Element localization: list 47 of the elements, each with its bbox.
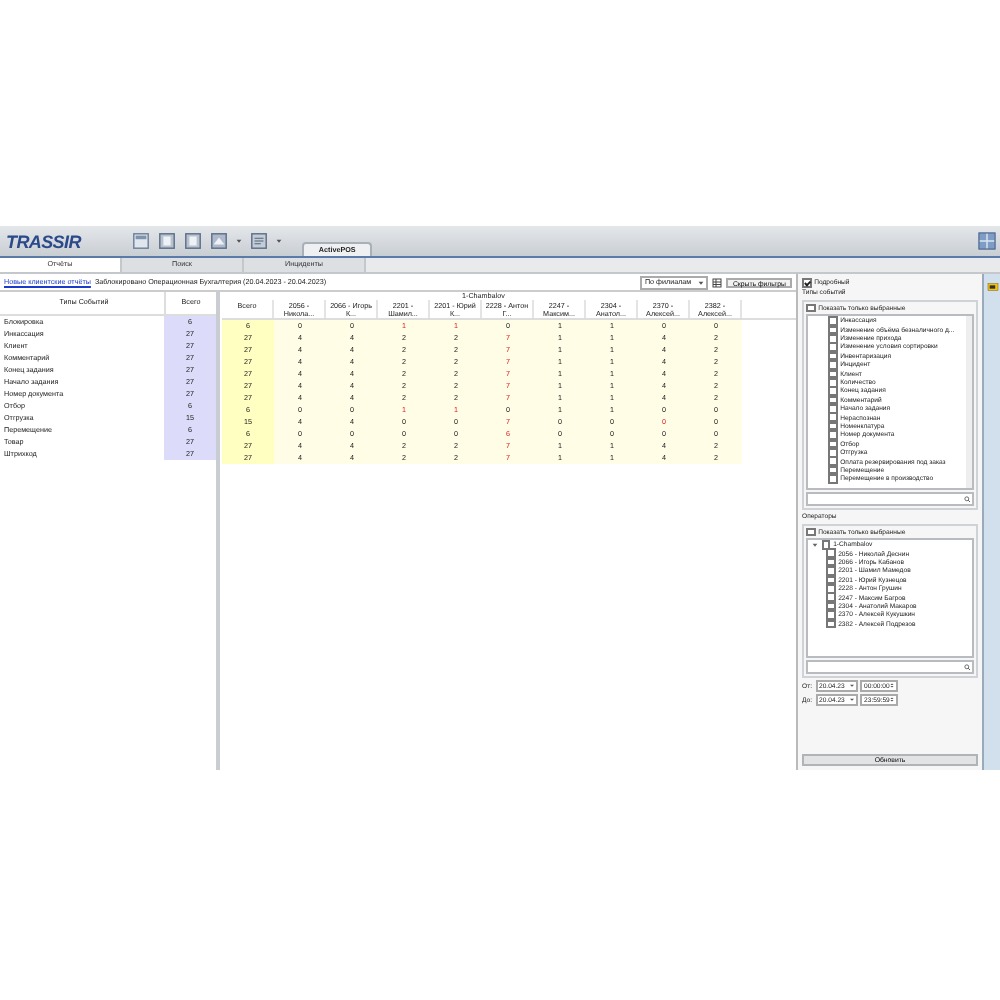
checkbox[interactable]	[828, 386, 838, 396]
checkbox[interactable]	[826, 592, 836, 603]
checkbox[interactable]	[826, 619, 836, 629]
checkbox[interactable]	[828, 333, 838, 344]
checkbox[interactable]	[828, 369, 838, 379]
checkbox[interactable]	[828, 465, 838, 475]
checkbox[interactable]	[806, 303, 816, 313]
checkbox[interactable]	[828, 448, 838, 458]
scrollbar[interactable]	[966, 316, 972, 489]
search-icon[interactable]	[963, 663, 970, 671]
list-icon[interactable]	[250, 232, 269, 250]
logo: TRASSIR	[6, 231, 81, 251]
search-field[interactable]	[806, 492, 974, 507]
window-icon[interactable]	[132, 232, 151, 250]
checkbox[interactable]	[828, 316, 838, 326]
folder-icon[interactable]	[985, 282, 999, 292]
checkbox[interactable]	[826, 557, 836, 567]
checkbox[interactable]	[826, 548, 836, 559]
search-field[interactable]	[806, 660, 974, 675]
caret-icon[interactable]	[236, 238, 243, 244]
checkbox[interactable]	[826, 610, 836, 620]
table-icon[interactable]	[712, 277, 723, 287]
caret-icon[interactable]	[276, 238, 283, 244]
checkbox[interactable]	[828, 456, 838, 467]
checkbox[interactable]	[828, 412, 838, 423]
spinner-icon	[890, 696, 895, 704]
checkbox[interactable]	[828, 377, 838, 388]
checkbox[interactable]	[826, 566, 836, 576]
checkbox[interactable]	[826, 575, 836, 585]
checkbox[interactable]	[828, 342, 838, 352]
checkbox[interactable]	[806, 527, 816, 537]
search-icon[interactable]	[963, 496, 970, 504]
checkbox[interactable]	[828, 439, 838, 449]
caret-icon	[698, 279, 705, 285]
checkbox[interactable]	[828, 421, 838, 431]
checkbox[interactable]	[802, 277, 812, 287]
checkbox[interactable]	[828, 430, 838, 440]
checkbox[interactable]	[826, 584, 836, 594]
checkbox[interactable]	[828, 351, 838, 361]
checkbox[interactable]	[828, 395, 838, 405]
grid-icon[interactable]	[978, 232, 996, 250]
checkbox[interactable]	[828, 404, 838, 414]
checkbox[interactable]	[826, 601, 836, 611]
checkbox[interactable]	[828, 474, 838, 484]
checkbox[interactable]	[828, 360, 838, 370]
checkbox[interactable]	[828, 325, 838, 335]
screen-icon[interactable]	[210, 232, 229, 250]
